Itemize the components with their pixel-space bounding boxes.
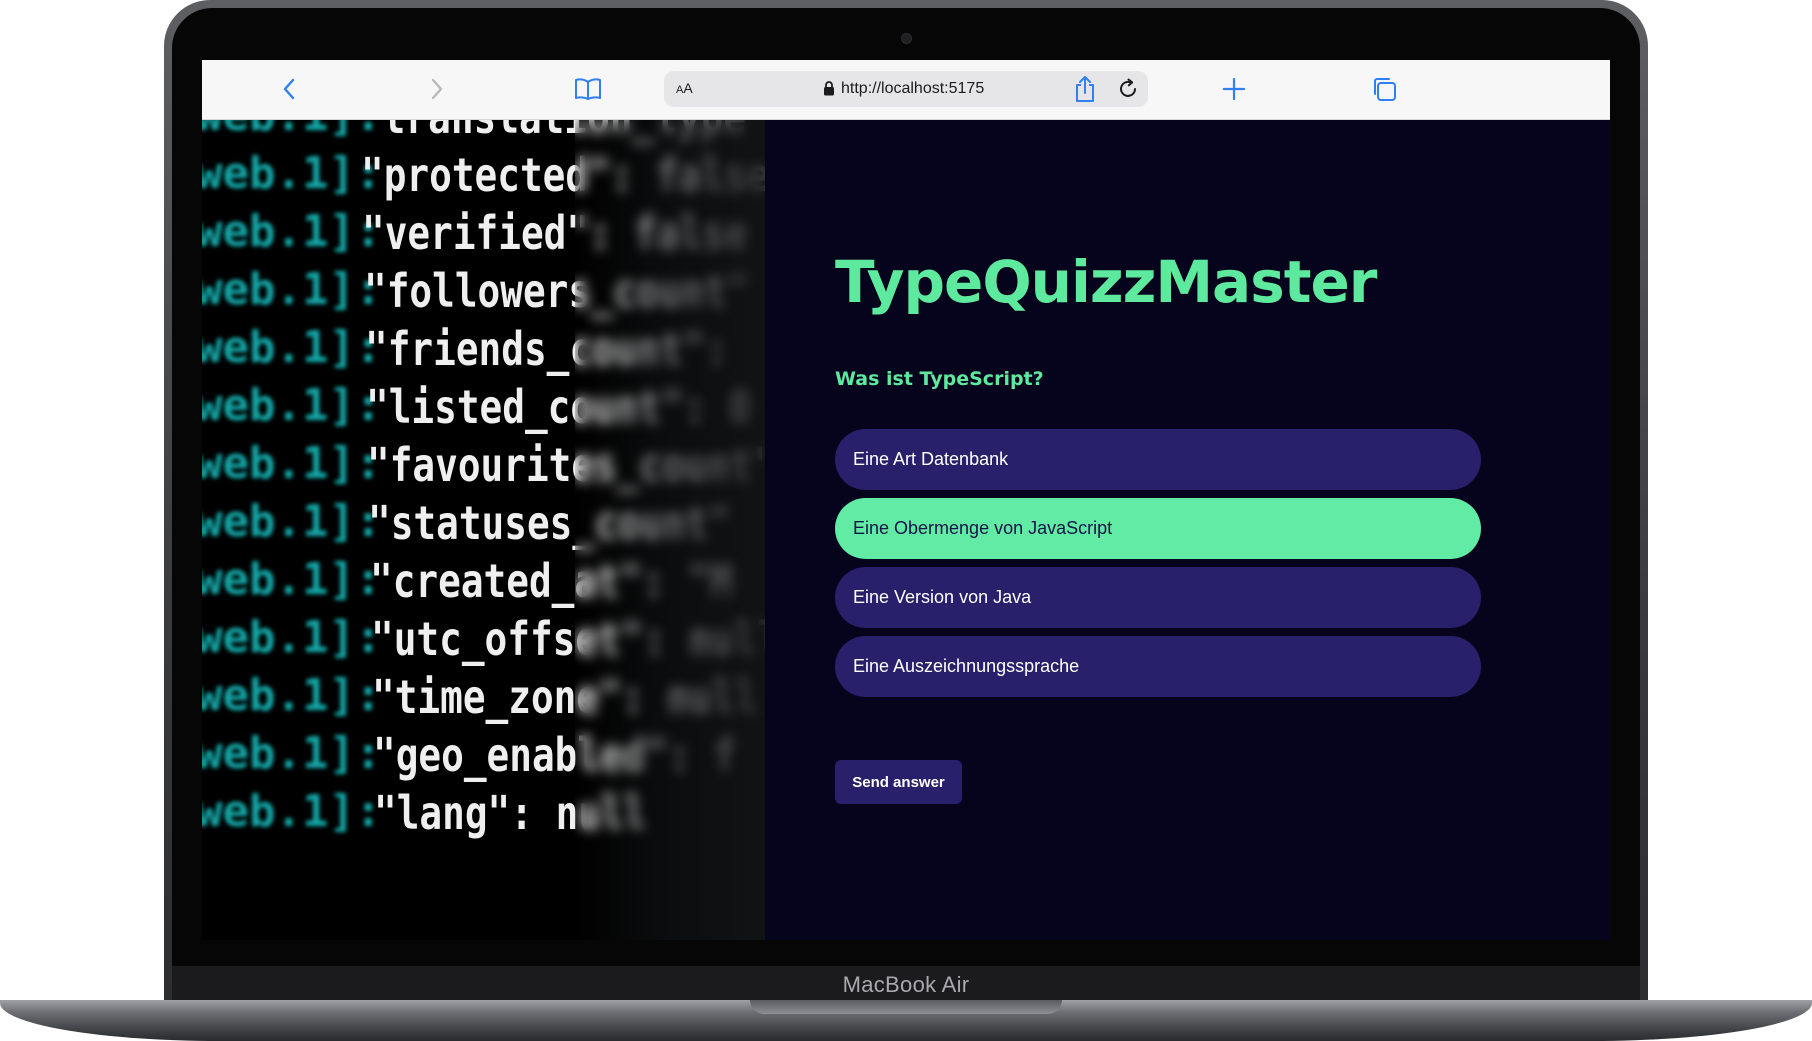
code-line-prefix: web.1]: [202,322,382,373]
model-label: MacBook Air [842,972,970,997]
code-line-prefix: web.1]: [202,264,382,315]
share-icon[interactable] [1070,74,1100,104]
code-line-prefix: web.1]: [202,554,382,605]
code-line-prefix: web.1]: [202,670,382,721]
code-blur-overlay [575,120,765,940]
answer-option-label: Eine Obermenge von JavaScript [853,518,1113,538]
answer-option-3[interactable]: Eine Version von Java [835,567,1481,628]
browser-toolbar: AA http://localhost:5175 [202,60,1610,120]
screen: AA http://localhost:5175 web.1]: "protec… [202,60,1610,940]
code-line-prefix: web.1]: [202,786,382,837]
lock-icon [823,81,835,101]
url-text[interactable]: http://localhost:5175 [841,80,984,98]
code-background-image: web.1]:"translation_type"web.1]:"protect… [202,120,765,940]
send-answer-button[interactable]: Send answer [835,760,962,804]
code-line-prefix: web.1]: [202,496,382,547]
answer-option-label: Eine Art Datenbank [853,449,1009,469]
code-line-prefix: web.1]: [202,438,382,489]
code-line-prefix: web.1]: [202,206,382,257]
answer-option-label: Eine Auszeichnungssprache [853,656,1080,676]
code-line-prefix: web.1]: [202,380,382,431]
reload-icon[interactable] [1116,77,1140,106]
new-tab-icon[interactable] [1219,74,1249,104]
answer-option-label: Eine Version von Java [853,587,1032,607]
back-icon[interactable] [274,74,304,104]
code-line-prefix: web.1]: [202,120,381,141]
macbook-mockup: AA http://localhost:5175 web.1]: "protec… [0,0,1812,1041]
app-title: TypeQuizzMaster [835,248,1377,316]
question-text: Was ist TypeScript? [835,368,1044,390]
camera-icon [901,33,912,44]
bookmarks-icon[interactable] [573,74,603,104]
tabs-icon[interactable] [1369,74,1399,104]
quiz-panel: TypeQuizzMaster Was ist TypeScript? Eine… [765,120,1610,940]
answer-option-2[interactable]: Eine Obermenge von JavaScript [835,498,1481,559]
text-size-button[interactable]: AA [676,80,693,96]
code-line-prefix: web.1]: [202,612,382,663]
page-content: web.1]:"translation_type"web.1]:"protect… [202,120,1610,940]
code-line-prefix: web.1]: [202,148,382,199]
code-line-prefix: web.1]: [202,728,382,779]
forward-icon[interactable] [422,74,452,104]
laptop-hinge-notch [750,1000,1062,1014]
answer-option-4[interactable]: Eine Auszeichnungssprache [835,636,1481,697]
text-size-label: A [683,80,693,96]
answer-option-1[interactable]: Eine Art Datenbank [835,429,1481,490]
